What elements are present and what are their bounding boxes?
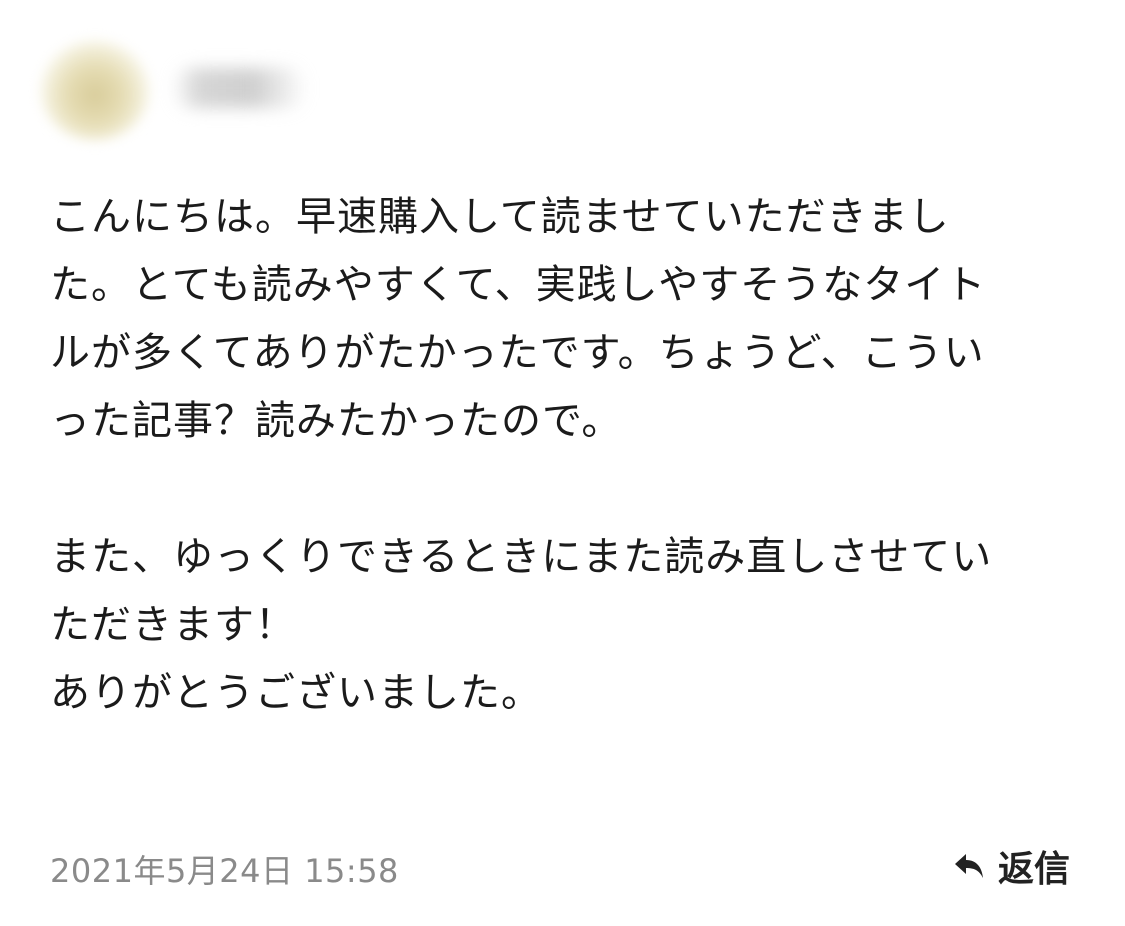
comment-footer: 2021年5月24日 15:58 返信 [50, 838, 1070, 894]
reply-arrow-icon [952, 848, 988, 884]
comment-line: こんにちは。早速購入して読ませていただきまし [50, 194, 950, 240]
comment-line: った記事？読みたかったので。 [50, 398, 623, 444]
comment-body: こんにちは。早速購入して読ませていただきまし た。とても読みやすくて、実践しやす… [50, 183, 1090, 727]
comment-line: ありがとうございました。 [50, 670, 542, 716]
comment-card: こんにちは。早速購入して読ませていただきまし た。とても読みやすくて、実践しやす… [0, 0, 1125, 926]
comment-line: ルが多くてありがたかったです。ちょうど、こうい [50, 330, 985, 376]
reply-label: 返信 [997, 849, 1070, 890]
username-blurred[interactable] [172, 68, 307, 108]
avatar[interactable] [40, 40, 150, 140]
comment-line: ただきます！ [50, 602, 296, 648]
comment-line: また、ゆっくりできるときにまた読み直しさせてい [50, 534, 993, 580]
comment-timestamp: 2021年5月24日 15:58 [50, 852, 399, 890]
comment-header [0, 0, 1125, 150]
reply-button[interactable]: 返信 [952, 838, 1070, 894]
comment-line: た。とても読みやすくて、実践しやすそうなタイト [50, 262, 987, 308]
